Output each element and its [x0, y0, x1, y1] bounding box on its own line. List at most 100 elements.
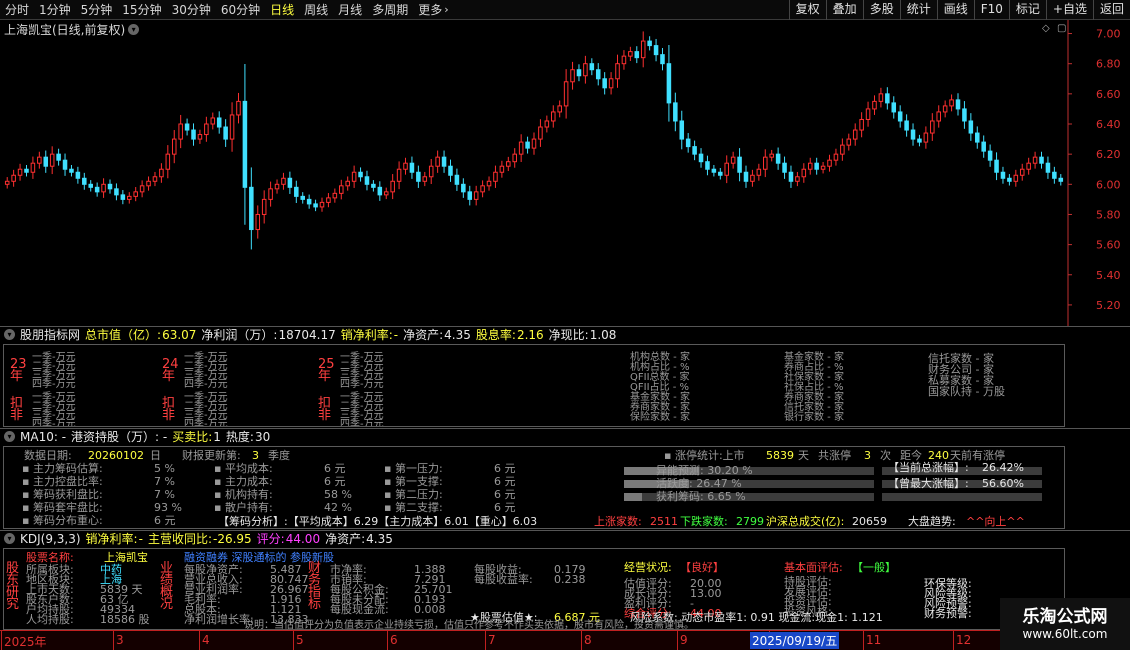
candle[interactable] [281, 172, 286, 190]
candle[interactable] [69, 165, 74, 177]
toolbar-button-复权[interactable]: 复权 [788, 0, 826, 20]
candle[interactable] [840, 138, 845, 161]
candle[interactable] [396, 161, 402, 190]
candle[interactable] [94, 182, 100, 197]
toolbar-button-返回[interactable]: 返回 [1092, 0, 1130, 20]
candle[interactable] [377, 181, 383, 201]
candle[interactable] [685, 133, 691, 153]
candle[interactable] [473, 185, 479, 206]
diamond-icon[interactable]: ◇ [1042, 23, 1050, 34]
candle[interactable] [30, 156, 36, 179]
candle[interactable] [820, 161, 826, 174]
candle[interactable] [730, 151, 736, 169]
candle[interactable] [570, 61, 575, 90]
candle[interactable] [75, 166, 81, 184]
candle[interactable] [287, 171, 293, 194]
candle[interactable] [313, 199, 318, 212]
candle[interactable] [467, 185, 473, 206]
candle[interactable] [981, 135, 986, 158]
candle[interactable] [544, 115, 550, 133]
candle[interactable] [718, 168, 723, 180]
candle[interactable] [11, 169, 16, 187]
candle[interactable] [165, 145, 171, 179]
candle[interactable] [878, 87, 884, 108]
candle[interactable] [666, 44, 672, 122]
candle[interactable] [589, 58, 595, 76]
candle[interactable] [364, 170, 370, 191]
candle[interactable] [120, 190, 126, 205]
candle[interactable] [621, 50, 627, 70]
candle[interactable] [801, 163, 807, 183]
candle[interactable] [705, 155, 710, 176]
candle[interactable] [261, 190, 267, 224]
candle[interactable] [454, 168, 460, 191]
candle[interactable] [390, 174, 395, 200]
candle[interactable] [152, 171, 158, 187]
candle[interactable] [43, 150, 49, 173]
candle[interactable] [551, 105, 556, 128]
candle[interactable] [743, 165, 749, 188]
candle[interactable] [178, 114, 183, 149]
candle[interactable] [807, 157, 813, 175]
candle[interactable] [615, 54, 620, 88]
candle[interactable] [679, 110, 685, 150]
candle[interactable] [1013, 169, 1019, 187]
price-chart[interactable]: 7.00 6.80 6.60 6.40 6.20 6.00 5.80 5.60 5.40 5.20 [0, 20, 1130, 326]
candle[interactable] [216, 111, 222, 134]
candle[interactable] [1045, 156, 1051, 179]
candle[interactable] [4, 177, 10, 189]
candle[interactable] [872, 95, 877, 115]
candle[interactable] [827, 154, 832, 172]
candle[interactable] [300, 192, 305, 204]
candle[interactable] [583, 55, 588, 84]
candle[interactable] [236, 92, 241, 124]
candle[interactable] [210, 112, 216, 130]
candle[interactable] [82, 172, 87, 190]
candle[interactable] [139, 180, 145, 198]
candle[interactable] [595, 63, 601, 86]
toolbar-button-标记[interactable]: 标记 [1008, 0, 1046, 20]
candle[interactable] [910, 123, 916, 146]
candle[interactable] [294, 180, 299, 204]
candle[interactable] [987, 144, 993, 167]
candle[interactable] [403, 157, 408, 175]
period-tab-15分钟[interactable]: 15分钟 [117, 1, 166, 18]
candle[interactable] [1019, 163, 1025, 181]
candle[interactable] [891, 96, 897, 119]
candle[interactable] [814, 157, 819, 175]
candle[interactable] [1039, 151, 1044, 169]
candle[interactable] [518, 134, 524, 162]
candle[interactable] [499, 160, 505, 178]
candle[interactable] [775, 147, 781, 170]
candle[interactable] [557, 100, 562, 118]
candle[interactable] [512, 148, 517, 168]
candle[interactable] [602, 72, 607, 95]
candle[interactable] [994, 152, 999, 181]
candle[interactable] [428, 158, 434, 185]
candle[interactable] [493, 165, 498, 188]
candle[interactable] [975, 126, 980, 149]
candle[interactable] [608, 72, 614, 95]
candle[interactable] [416, 165, 421, 188]
candle[interactable] [737, 148, 742, 182]
candle[interactable] [904, 114, 909, 137]
candle[interactable] [711, 165, 717, 177]
candle[interactable] [968, 113, 974, 141]
candle[interactable] [345, 176, 350, 191]
period-tab-多周期[interactable]: 多周期 [367, 1, 413, 18]
candle[interactable] [88, 180, 93, 192]
candle[interactable] [191, 123, 196, 146]
candle[interactable] [917, 134, 922, 147]
candle[interactable] [782, 156, 787, 179]
candle[interactable] [750, 169, 755, 187]
candle[interactable] [127, 192, 132, 204]
candle[interactable] [525, 136, 530, 154]
period-tab-1分钟[interactable]: 1分钟 [34, 1, 76, 18]
period-tab-30分钟[interactable]: 30分钟 [167, 1, 216, 18]
candle[interactable] [146, 176, 151, 191]
candle[interactable] [756, 163, 762, 181]
candle[interactable] [268, 181, 273, 207]
candle[interactable] [897, 105, 903, 128]
candle[interactable] [949, 94, 954, 112]
period-tab-分时[interactable]: 分时 [0, 1, 34, 18]
